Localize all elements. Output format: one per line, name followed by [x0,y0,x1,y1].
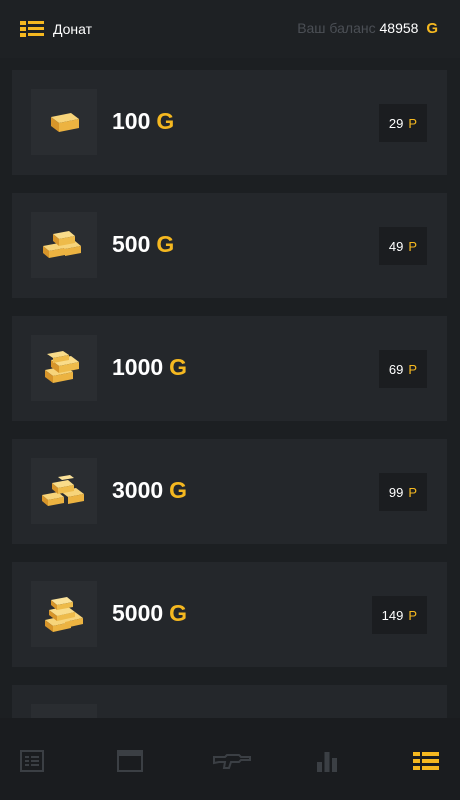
donation-item-partial[interactable] [12,685,447,718]
nav-rifle-icon[interactable] [212,748,252,774]
nav-window-icon[interactable] [110,748,150,774]
balance-currency: G [426,20,438,37]
price-button[interactable]: 69 Р [378,350,427,388]
gold-bar-icon [31,89,97,155]
item-amount: 3000 G [112,477,188,503]
gold-bar-icon [31,704,97,718]
gold-stack-icon[interactable] [20,21,44,42]
nav-list-icon[interactable] [12,748,52,774]
donation-item-1000[interactable]: 1000 G 69 Р [12,316,447,421]
donation-list: 100 G 29 Р 500 G 49 Р 1000 G 69 Р 3000 G… [0,58,460,718]
price-button[interactable]: 99 Р [378,473,427,511]
balance-value: 48958 [379,20,419,36]
bottom-nav [0,718,460,800]
balance-label: Ваш баланс [297,20,376,36]
gold-bars-icon [31,458,97,524]
item-amount: 100 G [112,108,175,134]
item-amount: 1000 G [112,354,188,380]
donation-item-3000[interactable]: 3000 G 99 Р [12,439,447,544]
price-button[interactable]: 29 Р [378,104,427,142]
balance-display: Ваш баланс 48958 G [297,20,438,37]
donation-item-500[interactable]: 500 G 49 Р [12,193,447,298]
gold-bars-icon [31,335,97,401]
nav-bar-chart-icon[interactable] [307,748,347,774]
donation-item-100[interactable]: 100 G 29 Р [12,70,447,175]
item-amount: 5000 G [112,600,188,626]
nav-gold-stack-icon[interactable] [406,748,446,774]
price-button[interactable]: 149 Р [371,596,427,634]
price-button[interactable]: 49 Р [378,227,427,265]
page-title: Донат [53,21,93,37]
item-amount: 500 G [112,231,175,257]
donation-item-5000[interactable]: 5000 G 149 Р [12,562,447,667]
gold-bars-icon [31,212,97,278]
gold-pile-icon [31,581,97,647]
header: Донат Ваш баланс 48958 G [0,0,460,58]
